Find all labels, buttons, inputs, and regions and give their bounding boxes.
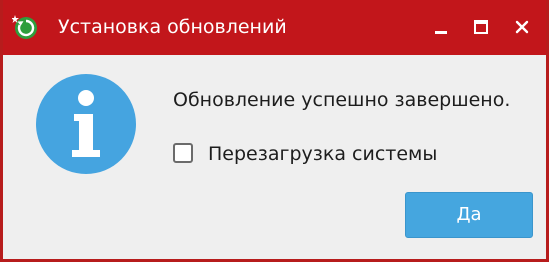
refresh-icon: [12, 15, 37, 39]
close-icon[interactable]: [509, 14, 535, 40]
checkbox-box[interactable]: [173, 143, 193, 163]
ok-button[interactable]: Да: [405, 192, 533, 238]
dialog-message: Обновление успешно завершено.: [173, 89, 511, 111]
checkbox-label[interactable]: Перезагрузка системы: [208, 142, 437, 166]
minimize-icon[interactable]: [428, 14, 454, 40]
window-title: Установка обновлений: [58, 16, 287, 38]
update-dialog-window: Установка обновлений Обновление успешно …: [0, 0, 549, 262]
info-icon: [36, 74, 136, 174]
dialog-content: Обновление успешно завершено. Перезагруз…: [3, 55, 546, 259]
maximize-icon[interactable]: [468, 14, 494, 40]
title-bar[interactable]: Установка обновлений: [3, 0, 546, 55]
